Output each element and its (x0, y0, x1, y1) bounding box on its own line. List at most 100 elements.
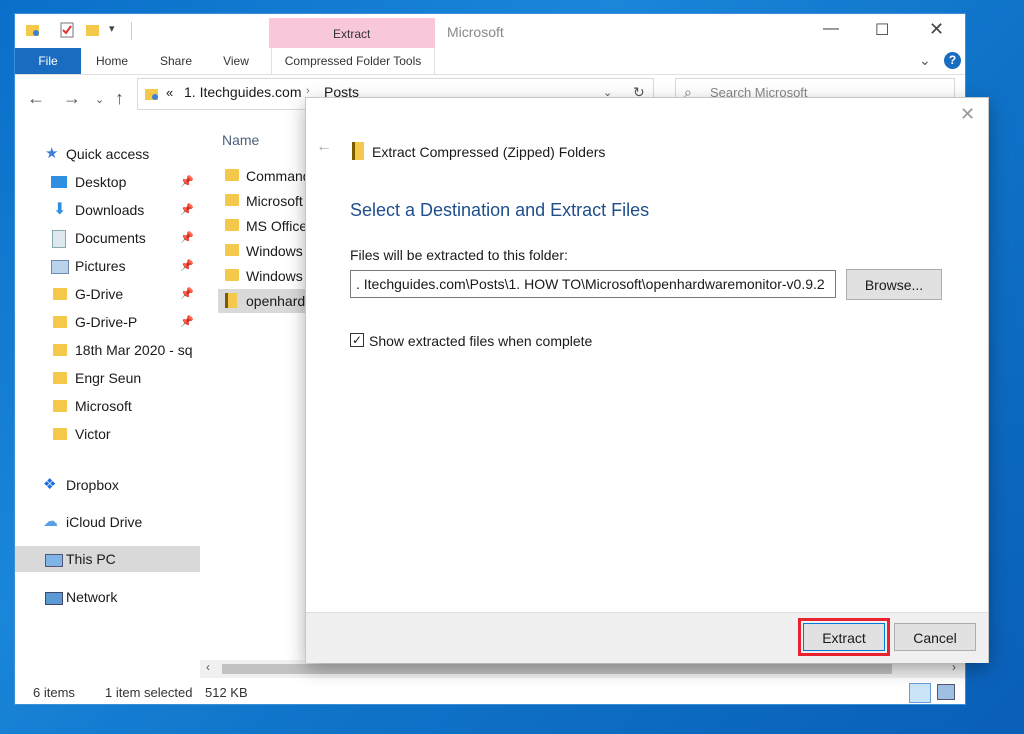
new-folder-icon[interactable] (85, 22, 101, 38)
scrollbar-thumb[interactable] (222, 664, 892, 674)
breadcrumb-overflow[interactable]: « (166, 85, 173, 100)
nav-network[interactable]: Network (15, 584, 200, 610)
star-icon: ★ (45, 145, 59, 162)
tab-compressed-folder-tools[interactable]: Compressed Folder Tools (271, 48, 435, 74)
maximize-button[interactable]: ☐ (875, 20, 889, 40)
expand-ribbon-icon[interactable]: ⌄ (919, 52, 931, 69)
customize-toolbar-icon[interactable]: ▾ (109, 22, 115, 35)
nav-item-engr-seun[interactable]: Engr Seun (15, 365, 200, 391)
folder-user-icon (145, 89, 158, 100)
folder-user-icon[interactable] (25, 22, 41, 38)
zip-folder-icon (225, 293, 237, 308)
breadcrumb-separator-icon[interactable]: › (306, 85, 310, 97)
file-item-label: MS Office (246, 218, 308, 234)
nav-item-g-drive[interactable]: G-Drive 📌 (15, 281, 200, 307)
file-item-label: Microsoft (246, 193, 303, 209)
show-files-checkbox[interactable]: ✓ (350, 333, 364, 347)
dialog-title: Extract Compressed (Zipped) Folders (372, 144, 606, 160)
pictures-icon (51, 260, 69, 274)
minimize-button[interactable]: — (823, 20, 839, 38)
nav-dropbox-label: Dropbox (66, 477, 119, 493)
pin-icon[interactable]: 📌 (180, 225, 194, 251)
nav-item-g-drive-p[interactable]: G-Drive-P 📌 (15, 309, 200, 335)
nav-item-label: Downloads (75, 202, 145, 218)
nav-item-label: Documents (75, 230, 146, 246)
status-bar: 6 items 1 item selected 512 KB (15, 682, 965, 704)
folder-icon (225, 269, 239, 281)
folder-icon (53, 344, 67, 356)
breadcrumb-root[interactable]: 1. Itechguides.com (184, 84, 302, 100)
folder-icon (225, 244, 239, 256)
file-item-label: Windows (246, 243, 303, 259)
nav-dropbox[interactable]: ❖ Dropbox (15, 472, 200, 498)
nav-item-label: G-Drive (75, 286, 124, 302)
nav-item-documents[interactable]: Documents 📌 (15, 225, 200, 251)
folder-icon (225, 169, 239, 181)
up-button[interactable]: ↑ (115, 88, 124, 109)
shared-folder-icon (53, 428, 67, 440)
browse-button[interactable]: Browse... (846, 269, 942, 300)
nav-icloud-drive[interactable]: ☁ iCloud Drive (15, 509, 200, 535)
navigation-pane: ★ Quick access Desktop 📌 ⬇ Downloads 📌 D… (15, 118, 200, 678)
dialog-close-button[interactable]: ✕ (960, 104, 975, 125)
nav-item-label: Victor (75, 426, 111, 442)
nav-item-label: Pictures (75, 258, 126, 274)
context-tab-extract-label: Extract (333, 27, 371, 41)
status-size: 512 KB (205, 685, 248, 700)
pin-icon[interactable]: 📌 (180, 281, 194, 307)
nav-item-label: G-Drive-P (75, 314, 138, 330)
show-files-label: Show extracted files when complete (369, 333, 593, 349)
pin-icon[interactable]: 📌 (180, 197, 194, 223)
nav-item-label: Desktop (75, 174, 127, 190)
status-selected: 1 item selected (105, 685, 193, 700)
close-button[interactable]: ✕ (929, 19, 944, 40)
cancel-button[interactable]: Cancel (894, 623, 976, 651)
nav-item-pictures[interactable]: Pictures 📌 (15, 253, 200, 279)
nav-quick-access-label: Quick access (66, 146, 150, 162)
help-icon[interactable]: ? (944, 52, 961, 69)
title-bar: ▾ Extract Microsoft — ☐ ✕ (15, 14, 965, 48)
tab-view[interactable]: View (211, 48, 261, 74)
nav-quick-access[interactable]: ★ Quick access (15, 141, 200, 167)
dialog-back-button[interactable]: ← (316, 138, 332, 156)
download-arrow-icon: ⬇ (53, 201, 67, 218)
ribbon-tabs: File Home Share View Compressed Folder T… (15, 48, 965, 75)
nav-item-label: Microsoft (75, 398, 132, 414)
nav-item-microsoft[interactable]: Microsoft (15, 393, 200, 419)
nav-this-pc-label: This PC (66, 551, 116, 567)
pin-icon[interactable]: 📌 (180, 169, 194, 195)
column-header-name[interactable]: Name (222, 132, 259, 148)
properties-icon[interactable] (59, 22, 75, 38)
scroll-left-icon[interactable]: ‹ (206, 660, 210, 674)
dialog-footer: Extract Cancel (306, 612, 988, 663)
zip-folder-icon (352, 142, 364, 160)
forward-button[interactable]: → (63, 88, 81, 109)
pin-icon[interactable]: 📌 (180, 309, 194, 335)
status-item-count: 6 items (33, 685, 75, 700)
extract-button[interactable]: Extract (803, 623, 885, 651)
nav-this-pc[interactable]: This PC (15, 546, 200, 572)
dropbox-icon: ❖ (43, 476, 57, 493)
nav-item-label: 18th Mar 2020 - sq (75, 342, 193, 358)
large-icons-view-icon[interactable] (937, 684, 955, 700)
document-icon (52, 230, 66, 248)
tab-share[interactable]: Share (151, 48, 201, 74)
nav-item-victor[interactable]: Victor (15, 421, 200, 447)
nav-item-18th-mar[interactable]: 18th Mar 2020 - sq (15, 337, 200, 363)
computer-icon (45, 554, 63, 567)
destination-path-input[interactable]: . Itechguides.com\Posts\1. HOW TO\Micros… (350, 270, 836, 298)
back-button[interactable]: ← (27, 88, 45, 109)
folder-icon (225, 219, 239, 231)
tab-home[interactable]: Home (87, 48, 137, 74)
recent-locations-icon[interactable]: ⌄ (95, 93, 104, 106)
dialog-heading: Select a Destination and Extract Files (350, 200, 650, 220)
nav-network-label: Network (66, 589, 118, 605)
window-title: Microsoft (447, 24, 504, 40)
destination-path-value: . Itechguides.com\Posts\1. HOW TO\Micros… (356, 276, 825, 292)
pin-icon[interactable]: 📌 (180, 253, 194, 279)
tab-file[interactable]: File (15, 48, 81, 74)
nav-item-downloads[interactable]: ⬇ Downloads 📌 (15, 197, 200, 223)
folder-icon (225, 194, 239, 206)
nav-item-desktop[interactable]: Desktop 📌 (15, 169, 200, 195)
details-view-icon[interactable] (909, 683, 931, 703)
